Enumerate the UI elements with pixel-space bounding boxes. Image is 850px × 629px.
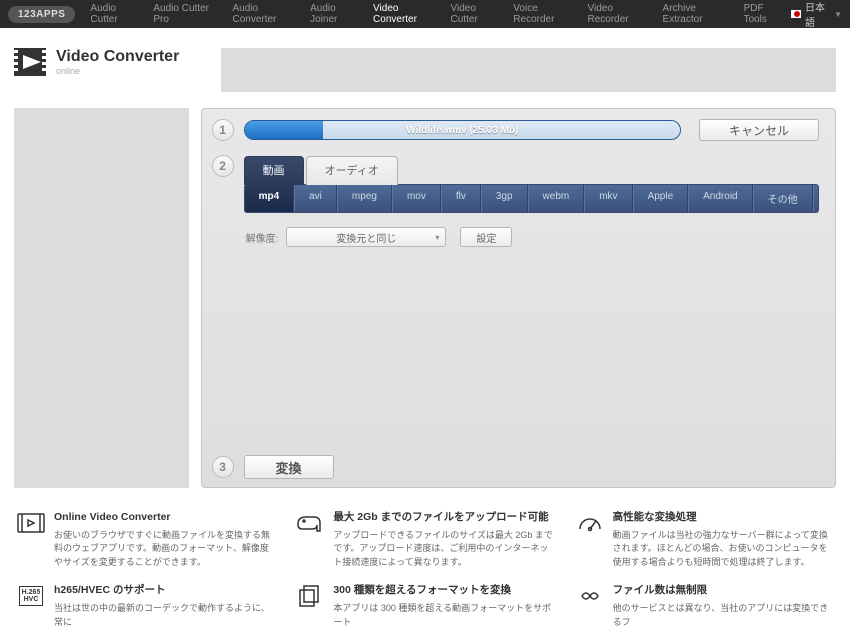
chevron-down-icon: ▼ — [834, 10, 842, 19]
format-3gp[interactable]: 3gp — [481, 185, 528, 212]
cancel-button[interactable]: キャンセル — [699, 119, 819, 141]
feature-title: h265/HVEC のサポート — [54, 583, 275, 599]
features-section: Online Video Converter お使いのブラウザですぐに動画ファイ… — [14, 510, 836, 629]
feature-desc: お使いのブラウザですぐに動画ファイルを変換する無料のウェブアプリです。動画のフォ… — [54, 529, 275, 570]
brand-logo[interactable]: 123APPS — [8, 6, 75, 23]
step-number-1: 1 — [212, 119, 234, 141]
format-other[interactable]: その他 — [753, 185, 813, 212]
feature-desc: 動画ファイルは当社の強力なサーバー群によって変換されます。ほとんどの場合、お使い… — [613, 529, 834, 570]
gauge-icon — [575, 510, 605, 536]
feature-300formats: 300 種類を超えるフォーマットを変換 本アプリは 300 種類を超える動画フォ… — [295, 583, 554, 629]
format-flv[interactable]: flv — [441, 185, 481, 212]
flag-japan-icon — [791, 10, 801, 18]
format-bar: mp4 avi mpeg mov flv 3gp webm mkv Apple … — [244, 184, 819, 213]
language-label: 日本語 — [805, 0, 830, 29]
format-mp4[interactable]: mp4 — [245, 185, 295, 212]
format-mov[interactable]: mov — [392, 185, 441, 212]
feature-online: Online Video Converter お使いのブラウザですぐに動画ファイ… — [16, 510, 275, 569]
infinity-icon — [575, 583, 605, 609]
upload-progress-fill — [245, 121, 323, 139]
feature-unlimited: ファイル数は無制限 他のサービスとは異なり、当社のアプリには変換できるフ — [575, 583, 834, 629]
nav-video-recorder[interactable]: Video Recorder — [581, 3, 656, 25]
nav-archive-extractor[interactable]: Archive Extractor — [656, 3, 737, 25]
page-title: Video Converter — [56, 48, 179, 66]
feature-title: Online Video Converter — [54, 510, 275, 526]
language-selector[interactable]: 日本語 ▼ — [791, 0, 842, 29]
tab-video[interactable]: 動画 — [244, 156, 304, 185]
format-mkv[interactable]: mkv — [584, 185, 632, 212]
step-1: 1 Wildlife.wmv (25.03 Mb) キャンセル — [212, 119, 819, 141]
files-icon — [295, 583, 325, 609]
convert-button[interactable]: 変換 — [244, 455, 334, 479]
resolution-select[interactable]: 変換元と同じ — [286, 227, 446, 247]
nav-audio-converter[interactable]: Audio Converter — [225, 3, 303, 25]
step-2: 2 動画 オーディオ mp4 avi mpeg mov flv 3gp webm — [212, 155, 819, 455]
feature-title: 300 種類を超えるフォーマットを変換 — [333, 583, 554, 599]
nav-audio-cutter[interactable]: Audio Cutter — [83, 3, 146, 25]
nav-video-converter[interactable]: Video Converter — [366, 3, 443, 25]
feature-desc: アップロードできるファイルのサイズは最大 2Gb までです。アップロード速度は、… — [333, 529, 554, 570]
feature-desc: 本アプリは 300 種類を超える動画フォーマットをサポート — [333, 602, 554, 629]
upload-progress: Wildlife.wmv (25.03 Mb) — [244, 120, 681, 140]
top-ad-banner — [221, 48, 836, 92]
hvec-icon: H.265HVC — [16, 583, 46, 609]
nav-audio-cutter-pro[interactable]: Audio Cutter Pro — [146, 3, 225, 25]
settings-button[interactable]: 設定 — [460, 227, 512, 247]
resolution-label: 解像度: — [246, 230, 279, 245]
feature-desc: 当社は世の中の最新のコーデックで動作するように、常に — [54, 602, 275, 629]
format-avi[interactable]: avi — [294, 185, 337, 212]
format-mpeg[interactable]: mpeg — [337, 185, 392, 212]
output-type-tabs: 動画 オーディオ — [244, 155, 819, 184]
nav-audio-joiner[interactable]: Audio Joiner — [303, 3, 366, 25]
step-number-2: 2 — [212, 155, 234, 177]
resolution-row: 解像度: 変換元と同じ 設定 — [244, 227, 819, 247]
feature-title: 最大 2Gb までのファイルをアップロード可能 — [333, 510, 554, 526]
format-more-toggle[interactable]: ⇕ — [813, 185, 819, 212]
app-title-block: Video Converter online — [14, 48, 209, 76]
video-converter-icon — [14, 48, 46, 76]
film-icon — [16, 510, 46, 536]
tab-audio[interactable]: オーディオ — [306, 156, 398, 185]
nav-video-cutter[interactable]: Video Cutter — [444, 3, 507, 25]
feature-2gb: 最大 2Gb までのファイルをアップロード可能 アップロードできるファイルのサイ… — [295, 510, 554, 569]
elephant-icon — [295, 510, 325, 536]
feature-performance: 高性能な変換処理 動画ファイルは当社の強力なサーバー群によって変換されます。ほと… — [575, 510, 834, 569]
feature-desc: 他のサービスとは異なり、当社のアプリには変換できるフ — [613, 602, 834, 629]
feature-title: ファイル数は無制限 — [613, 583, 834, 599]
feature-title: 高性能な変換処理 — [613, 510, 834, 526]
step-number-3: 3 — [212, 456, 234, 478]
feature-h265: H.265HVC h265/HVEC のサポート 当社は世の中の最新のコーデック… — [16, 583, 275, 629]
nav-voice-recorder[interactable]: Voice Recorder — [506, 3, 580, 25]
format-webm[interactable]: webm — [528, 185, 585, 212]
page-subtitle: online — [56, 66, 179, 76]
top-nav: 123APPS Audio Cutter Audio Cutter Pro Au… — [0, 0, 850, 28]
format-android[interactable]: Android — [688, 185, 752, 212]
format-apple[interactable]: Apple — [633, 185, 689, 212]
side-ad-banner — [14, 108, 189, 488]
nav-pdf-tools[interactable]: PDF Tools — [737, 3, 791, 25]
converter-panel: 1 Wildlife.wmv (25.03 Mb) キャンセル 2 動画 オーデ… — [201, 108, 836, 488]
upload-filename: Wildlife.wmv (25.03 Mb) — [406, 125, 518, 136]
step-3: 3 変換 — [212, 455, 819, 479]
